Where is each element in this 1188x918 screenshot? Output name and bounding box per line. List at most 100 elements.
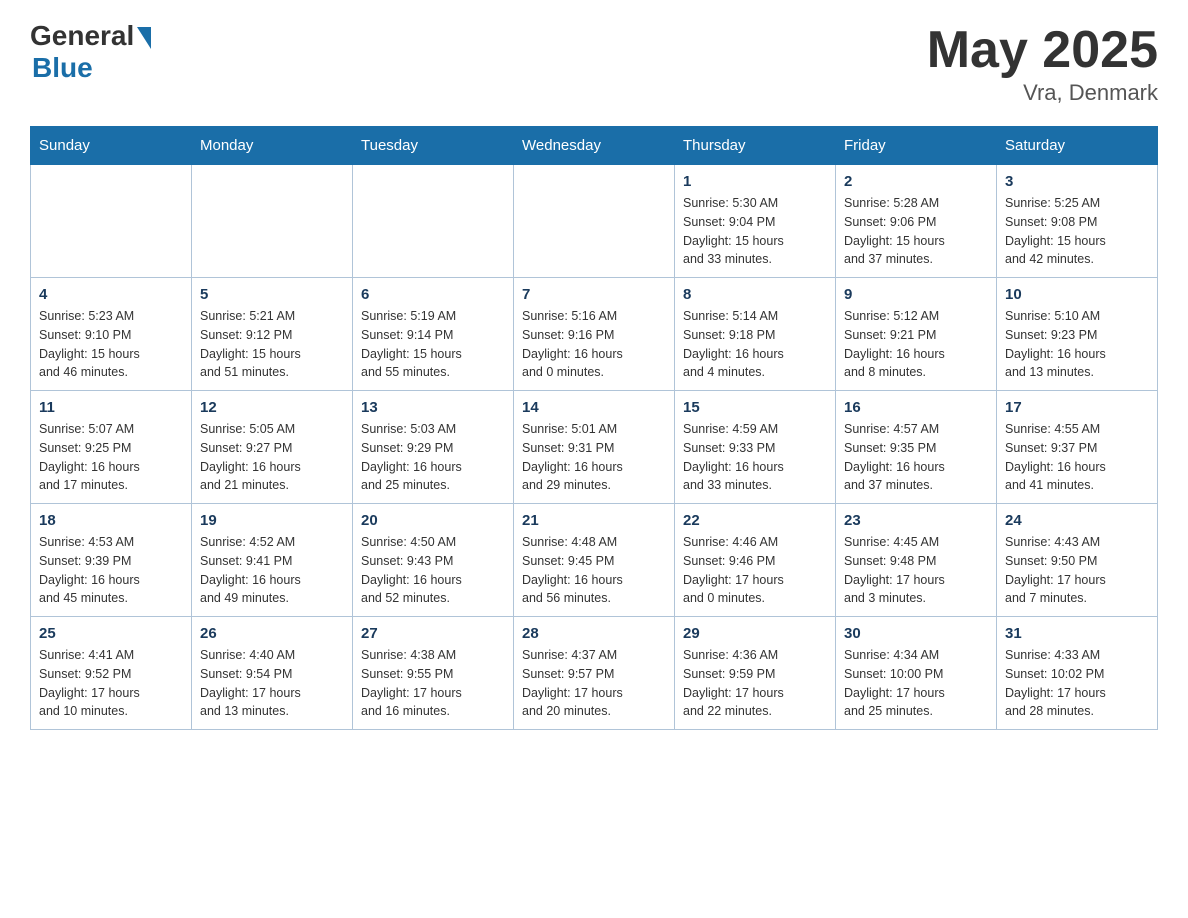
weekday-header-tuesday: Tuesday — [353, 127, 514, 165]
day-number: 17 — [1005, 399, 1149, 416]
day-info: Sunrise: 4:48 AMSunset: 9:45 PMDaylight:… — [522, 533, 666, 608]
day-info: Sunrise: 5:25 AMSunset: 9:08 PMDaylight:… — [1005, 194, 1149, 269]
calendar-cell: 27 Sunrise: 4:38 AMSunset: 9:55 PMDayligh… — [353, 617, 514, 730]
calendar-cell: 14 Sunrise: 5:01 AMSunset: 9:31 PMDayligh… — [514, 391, 675, 504]
day-info: Sunrise: 4:40 AMSunset: 9:54 PMDaylight:… — [200, 646, 344, 721]
day-number: 6 — [361, 286, 505, 303]
day-number: 23 — [844, 512, 988, 529]
calendar-cell: 8 Sunrise: 5:14 AMSunset: 9:18 PMDaylight… — [675, 278, 836, 391]
day-info: Sunrise: 4:36 AMSunset: 9:59 PMDaylight:… — [683, 646, 827, 721]
day-info: Sunrise: 5:23 AMSunset: 9:10 PMDaylight:… — [39, 307, 183, 382]
day-info: Sunrise: 4:38 AMSunset: 9:55 PMDaylight:… — [361, 646, 505, 721]
calendar-cell: 4 Sunrise: 5:23 AMSunset: 9:10 PMDaylight… — [31, 278, 192, 391]
calendar-cell: 25Sunrise: 4:41 AMSunset: 9:52 PMDayligh… — [31, 617, 192, 730]
weekday-header-friday: Friday — [836, 127, 997, 165]
calendar-cell: 23 Sunrise: 4:45 AMSunset: 9:48 PMDayligh… — [836, 504, 997, 617]
day-info: Sunrise: 5:10 AMSunset: 9:23 PMDaylight:… — [1005, 307, 1149, 382]
calendar-cell: 17Sunrise: 4:55 AMSunset: 9:37 PMDayligh… — [997, 391, 1158, 504]
weekday-header-wednesday: Wednesday — [514, 127, 675, 165]
calendar-cell: 18 Sunrise: 4:53 AMSunset: 9:39 PMDayligh… — [31, 504, 192, 617]
day-number: 14 — [522, 399, 666, 416]
day-info: Sunrise: 4:45 AMSunset: 9:48 PMDaylight:… — [844, 533, 988, 608]
day-info: Sunrise: 5:14 AMSunset: 9:18 PMDaylight:… — [683, 307, 827, 382]
calendar-cell — [192, 165, 353, 278]
calendar-cell: 2 Sunrise: 5:28 AMSunset: 9:06 PMDaylight… — [836, 165, 997, 278]
day-info: Sunrise: 4:33 AMSunset: 10:02 PMDaylight… — [1005, 646, 1149, 721]
day-number: 13 — [361, 399, 505, 416]
day-number: 21 — [522, 512, 666, 529]
week-row-5: 25Sunrise: 4:41 AMSunset: 9:52 PMDayligh… — [31, 617, 1158, 730]
day-info: Sunrise: 5:16 AMSunset: 9:16 PMDaylight:… — [522, 307, 666, 382]
calendar-cell: 11 Sunrise: 5:07 AMSunset: 9:25 PMDayligh… — [31, 391, 192, 504]
calendar-cell: 24 Sunrise: 4:43 AMSunset: 9:50 PMDayligh… — [997, 504, 1158, 617]
calendar-cell: 20 Sunrise: 4:50 AMSunset: 9:43 PMDayligh… — [353, 504, 514, 617]
day-number: 5 — [200, 286, 344, 303]
day-info: Sunrise: 5:30 AMSunset: 9:04 PMDaylight:… — [683, 194, 827, 269]
calendar-cell: 15 Sunrise: 4:59 AMSunset: 9:33 PMDayligh… — [675, 391, 836, 504]
day-info: Sunrise: 5:19 AMSunset: 9:14 PMDaylight:… — [361, 307, 505, 382]
page-header: General Blue May 2025 Vra, Denmark — [30, 20, 1158, 106]
day-number: 15 — [683, 399, 827, 416]
day-info: Sunrise: 5:21 AMSunset: 9:12 PMDaylight:… — [200, 307, 344, 382]
calendar-cell: 1 Sunrise: 5:30 AMSunset: 9:04 PMDaylight… — [675, 165, 836, 278]
day-info: Sunrise: 5:07 AMSunset: 9:25 PMDaylight:… — [39, 420, 183, 495]
weekday-header-sunday: Sunday — [31, 127, 192, 165]
week-row-2: 4 Sunrise: 5:23 AMSunset: 9:10 PMDaylight… — [31, 278, 1158, 391]
calendar-table: SundayMondayTuesdayWednesdayThursdayFrid… — [30, 126, 1158, 730]
logo-arrow-icon — [137, 27, 151, 49]
day-number: 10 — [1005, 286, 1149, 303]
day-number: 18 — [39, 512, 183, 529]
day-number: 25 — [39, 625, 183, 642]
day-info: Sunrise: 5:05 AMSunset: 9:27 PMDaylight:… — [200, 420, 344, 495]
calendar-location: Vra, Denmark — [927, 80, 1158, 106]
day-number: 7 — [522, 286, 666, 303]
day-info: Sunrise: 4:59 AMSunset: 9:33 PMDaylight:… — [683, 420, 827, 495]
calendar-cell: 3 Sunrise: 5:25 AMSunset: 9:08 PMDaylight… — [997, 165, 1158, 278]
week-row-3: 11 Sunrise: 5:07 AMSunset: 9:25 PMDayligh… — [31, 391, 1158, 504]
calendar-cell — [514, 165, 675, 278]
day-number: 16 — [844, 399, 988, 416]
day-number: 11 — [39, 399, 183, 416]
day-number: 3 — [1005, 173, 1149, 190]
day-number: 2 — [844, 173, 988, 190]
calendar-cell: 30Sunrise: 4:34 AMSunset: 10:00 PMDaylig… — [836, 617, 997, 730]
day-number: 20 — [361, 512, 505, 529]
weekday-header-row: SundayMondayTuesdayWednesdayThursdayFrid… — [31, 127, 1158, 165]
calendar-cell — [353, 165, 514, 278]
calendar-cell — [31, 165, 192, 278]
calendar-cell: 21 Sunrise: 4:48 AMSunset: 9:45 PMDayligh… — [514, 504, 675, 617]
day-info: Sunrise: 4:37 AMSunset: 9:57 PMDaylight:… — [522, 646, 666, 721]
calendar-cell: 12 Sunrise: 5:05 AMSunset: 9:27 PMDayligh… — [192, 391, 353, 504]
day-info: Sunrise: 5:03 AMSunset: 9:29 PMDaylight:… — [361, 420, 505, 495]
day-number: 27 — [361, 625, 505, 642]
week-row-4: 18 Sunrise: 4:53 AMSunset: 9:39 PMDayligh… — [31, 504, 1158, 617]
day-info: Sunrise: 5:01 AMSunset: 9:31 PMDaylight:… — [522, 420, 666, 495]
logo: General Blue — [30, 20, 151, 84]
day-info: Sunrise: 4:53 AMSunset: 9:39 PMDaylight:… — [39, 533, 183, 608]
day-number: 12 — [200, 399, 344, 416]
calendar-cell: 13 Sunrise: 5:03 AMSunset: 9:29 PMDayligh… — [353, 391, 514, 504]
calendar-cell: 10 Sunrise: 5:10 AMSunset: 9:23 PMDayligh… — [997, 278, 1158, 391]
day-number: 31 — [1005, 625, 1149, 642]
day-number: 26 — [200, 625, 344, 642]
day-number: 22 — [683, 512, 827, 529]
weekday-header-thursday: Thursday — [675, 127, 836, 165]
day-info: Sunrise: 4:57 AMSunset: 9:35 PMDaylight:… — [844, 420, 988, 495]
day-number: 19 — [200, 512, 344, 529]
day-number: 28 — [522, 625, 666, 642]
day-number: 1 — [683, 173, 827, 190]
day-info: Sunrise: 5:28 AMSunset: 9:06 PMDaylight:… — [844, 194, 988, 269]
calendar-cell: 26 Sunrise: 4:40 AMSunset: 9:54 PMDayligh… — [192, 617, 353, 730]
day-info: Sunrise: 4:43 AMSunset: 9:50 PMDaylight:… — [1005, 533, 1149, 608]
logo-general-text: General — [30, 20, 134, 52]
weekday-header-monday: Monday — [192, 127, 353, 165]
calendar-cell: 6 Sunrise: 5:19 AMSunset: 9:14 PMDaylight… — [353, 278, 514, 391]
calendar-title: May 2025 — [927, 20, 1158, 80]
day-number: 4 — [39, 286, 183, 303]
day-number: 8 — [683, 286, 827, 303]
day-info: Sunrise: 4:50 AMSunset: 9:43 PMDaylight:… — [361, 533, 505, 608]
day-number: 24 — [1005, 512, 1149, 529]
title-section: May 2025 Vra, Denmark — [927, 20, 1158, 106]
calendar-cell: 31 Sunrise: 4:33 AMSunset: 10:02 PMDaylig… — [997, 617, 1158, 730]
day-number: 29 — [683, 625, 827, 642]
